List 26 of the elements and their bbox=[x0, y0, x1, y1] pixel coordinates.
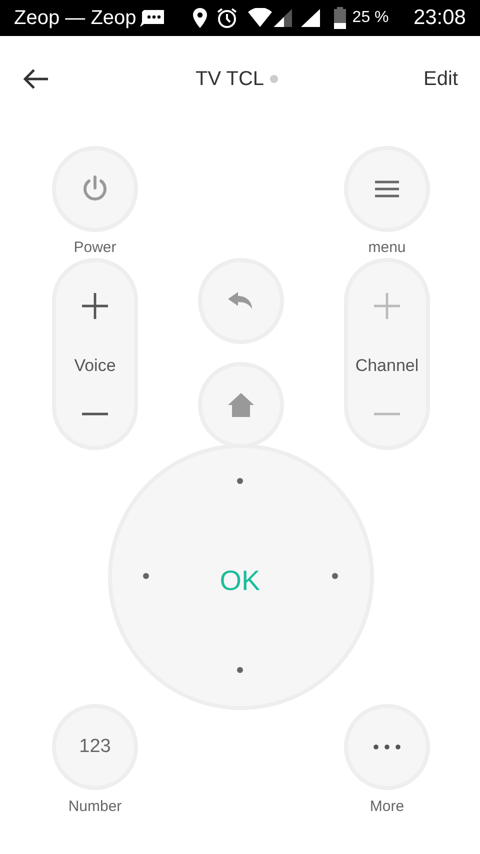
device-title: TV TCL bbox=[195, 67, 264, 92]
carrier-text: Zeop — Zeop bbox=[14, 6, 136, 31]
button-label: menu bbox=[367, 238, 407, 258]
more-icon bbox=[373, 744, 401, 750]
button-label: Power bbox=[72, 238, 118, 258]
edit-button[interactable]: Edit bbox=[424, 64, 458, 94]
minus-icon[interactable] bbox=[81, 412, 109, 416]
alarm-icon bbox=[216, 7, 238, 29]
home-icon bbox=[228, 393, 254, 417]
power-icon bbox=[81, 175, 109, 203]
signal-icon bbox=[272, 8, 294, 28]
signal-icon bbox=[300, 8, 322, 28]
location-icon bbox=[192, 7, 208, 29]
battery-percent: 25 % bbox=[352, 8, 389, 28]
back-arrow-icon[interactable] bbox=[22, 68, 50, 90]
button-label: More bbox=[368, 797, 406, 817]
battery-icon bbox=[334, 7, 346, 29]
rocker-label: Channel bbox=[355, 355, 419, 378]
button-label: Number bbox=[67, 797, 123, 817]
number-button[interactable]: 123 bbox=[52, 704, 138, 790]
clock-time: 23:08 bbox=[413, 5, 466, 32]
menu-icon bbox=[375, 180, 399, 198]
message-icon bbox=[140, 8, 166, 28]
rocker-label: Voice bbox=[74, 355, 116, 378]
plus-icon[interactable] bbox=[81, 292, 109, 320]
reply-arrow-icon bbox=[228, 292, 254, 310]
